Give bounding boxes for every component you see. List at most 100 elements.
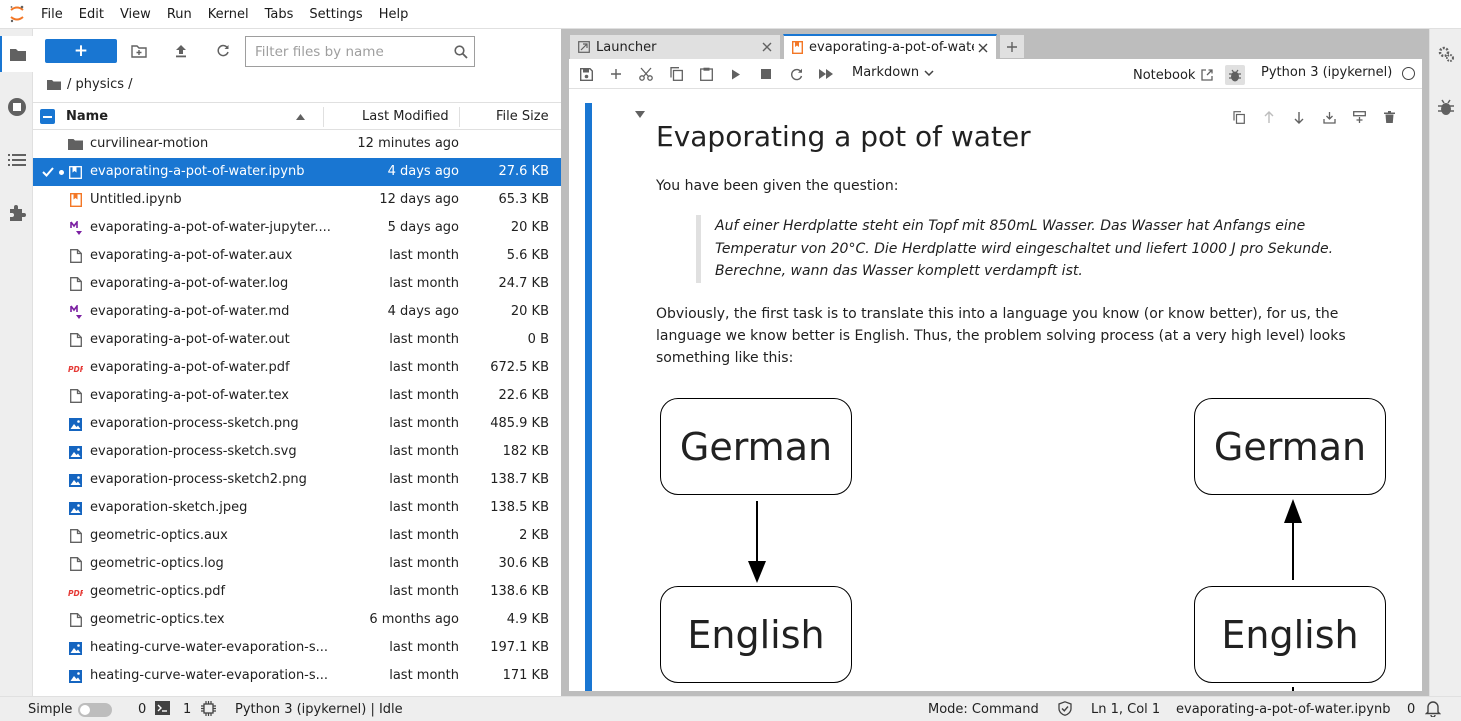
debugger-tab[interactable]: [1430, 91, 1461, 123]
active-cell-indicator[interactable]: [585, 103, 592, 691]
restart-button[interactable]: [784, 62, 808, 86]
extension-manager-tab[interactable]: [0, 195, 33, 231]
terminals-count[interactable]: 0: [138, 702, 146, 717]
run-button[interactable]: [724, 62, 748, 86]
row-checkbox[interactable]: [41, 585, 55, 599]
running-kernels-tab[interactable]: [0, 89, 33, 125]
column-divider[interactable]: [323, 107, 324, 127]
close-icon[interactable]: [976, 41, 990, 55]
row-checkbox[interactable]: [41, 557, 55, 571]
select-all-checkbox[interactable]: [40, 109, 55, 124]
insert-cell-button[interactable]: [604, 62, 628, 86]
refresh-button[interactable]: [211, 39, 235, 63]
debugger-button[interactable]: [1225, 65, 1246, 85]
file-row[interactable]: evaporating-a-pot-of-water.aux last month…: [33, 242, 561, 270]
notification-count[interactable]: 0: [1407, 702, 1415, 717]
row-checkbox[interactable]: [41, 669, 55, 683]
file-row[interactable]: evaporating-a-pot-of-water.tex last month…: [33, 382, 561, 410]
simple-mode-toggle[interactable]: [78, 703, 112, 717]
menu-edit[interactable]: Edit: [71, 0, 112, 29]
property-inspector-tab[interactable]: [1430, 38, 1461, 70]
menu-file[interactable]: File: [33, 0, 71, 29]
bell-icon[interactable]: [1424, 700, 1442, 721]
row-checkbox[interactable]: [41, 501, 55, 515]
column-divider[interactable]: [459, 107, 460, 127]
delete-cell-button[interactable]: [1379, 107, 1399, 127]
row-checkbox[interactable]: [41, 473, 55, 487]
file-row[interactable]: evaporation-sketch.jpeg last month 138.5 K…: [33, 494, 561, 522]
interrupt-button[interactable]: [754, 62, 778, 86]
cell-type-dropdown[interactable]: Markdown: [852, 65, 934, 80]
file-row[interactable]: evaporation-process-sketch.png last month…: [33, 410, 561, 438]
row-checkbox[interactable]: [41, 417, 55, 431]
file-row[interactable]: curvilinear-motion 12 minutes ago: [33, 130, 561, 158]
new-folder-button[interactable]: [127, 39, 151, 63]
open-in-notebook-button[interactable]: Notebook: [1133, 65, 1246, 85]
column-last-modified[interactable]: Last Modified: [362, 109, 449, 124]
tab-launcher[interactable]: Launcher: [569, 34, 781, 59]
menu-view[interactable]: View: [112, 0, 159, 29]
file-row[interactable]: evaporating-a-pot-of-water.log last month…: [33, 270, 561, 298]
close-icon[interactable]: [760, 40, 774, 54]
copy-button[interactable]: [664, 62, 688, 86]
file-row[interactable]: PDF evaporating-a-pot-of-water.pdf last mo…: [33, 354, 561, 382]
file-browser-tab[interactable]: [0, 36, 33, 72]
row-checkbox[interactable]: [41, 305, 55, 319]
panel-splitter[interactable]: [561, 29, 569, 696]
row-checkbox[interactable]: [41, 333, 55, 347]
table-of-contents-tab[interactable]: [0, 142, 33, 178]
file-row[interactable]: heating-curve-water-evaporation-s... last…: [33, 634, 561, 662]
column-name[interactable]: Name: [66, 109, 108, 124]
row-checkbox[interactable]: [41, 529, 55, 543]
row-checkbox[interactable]: [41, 221, 55, 235]
column-file-size[interactable]: File Size: [496, 109, 549, 124]
file-row[interactable]: geometric-optics.log last month 30.6 KB: [33, 550, 561, 578]
menu-help[interactable]: Help: [371, 0, 417, 29]
file-row[interactable]: evaporation-process-sketch2.png last mont…: [33, 466, 561, 494]
breadcrumb-path[interactable]: / physics /: [67, 77, 133, 92]
new-launcher-button[interactable]: +: [45, 39, 117, 63]
paste-button[interactable]: [694, 62, 718, 86]
row-checkbox[interactable]: [41, 193, 55, 207]
file-row[interactable]: geometric-optics.tex 6 months ago 4.9 KB: [33, 606, 561, 634]
checkmark-icon[interactable]: [41, 165, 55, 179]
kernels-count[interactable]: 1: [183, 702, 191, 717]
menu-run[interactable]: Run: [159, 0, 200, 29]
file-row[interactable]: PDF geometric-optics.pdf last month 138.6 K…: [33, 578, 561, 606]
menu-tabs[interactable]: Tabs: [257, 0, 302, 29]
row-checkbox[interactable]: [41, 613, 55, 627]
row-checkbox[interactable]: [41, 249, 55, 263]
tab-notebook[interactable]: evaporating-a-pot-of-watе: [783, 34, 997, 59]
file-filter-input[interactable]: [255, 43, 445, 60]
restart-run-all-button[interactable]: [814, 62, 838, 86]
folder-icon[interactable]: [47, 79, 61, 90]
save-button[interactable]: [574, 62, 598, 86]
file-row[interactable]: heating-curve-water-evaporation-s... last…: [33, 662, 561, 690]
kernel-name-button[interactable]: Python 3 (ipykernel): [1261, 65, 1392, 80]
row-checkbox[interactable]: [41, 361, 55, 375]
image-icon: [68, 668, 83, 684]
row-checkbox[interactable]: [41, 389, 55, 403]
file-row[interactable]: evaporation-process-sketch.svg last month…: [33, 438, 561, 466]
menu-settings[interactable]: Settings: [301, 0, 370, 29]
row-checkbox[interactable]: [41, 641, 55, 655]
file-row[interactable]: evaporating-a-pot-of-water.out last month…: [33, 326, 561, 354]
kernel-status-text[interactable]: Python 3 (ipykernel) | Idle: [235, 702, 403, 717]
row-checkbox[interactable]: [41, 137, 55, 151]
cut-button[interactable]: [634, 62, 658, 86]
collapse-heading-icon[interactable]: [635, 111, 645, 118]
cursor-position[interactable]: Ln 1, Col 1: [1091, 702, 1160, 717]
row-checkbox[interactable]: [41, 277, 55, 291]
menu-kernel[interactable]: Kernel: [200, 0, 257, 29]
upload-button[interactable]: [169, 39, 193, 63]
markdown-cell-output[interactable]: Evaporating a pot of water You have been…: [656, 119, 1356, 381]
file-row[interactable]: Untitled.ipynb 12 days ago 65.3 KB: [33, 186, 561, 214]
row-checkbox[interactable]: [41, 445, 55, 459]
shield-check-icon[interactable]: [1058, 701, 1072, 720]
file-row[interactable]: evaporating-a-pot-of-water-jupyter.... 5 …: [33, 214, 561, 242]
mode-indicator[interactable]: Mode: Command: [928, 702, 1039, 717]
file-row[interactable]: evaporating-a-pot-of-water.ipynb 4 days a…: [33, 158, 561, 186]
file-row[interactable]: geometric-optics.aux last month 2 KB: [33, 522, 561, 550]
new-tab-button[interactable]: [999, 34, 1025, 59]
file-row[interactable]: evaporating-a-pot-of-water.md 4 days ago 2…: [33, 298, 561, 326]
